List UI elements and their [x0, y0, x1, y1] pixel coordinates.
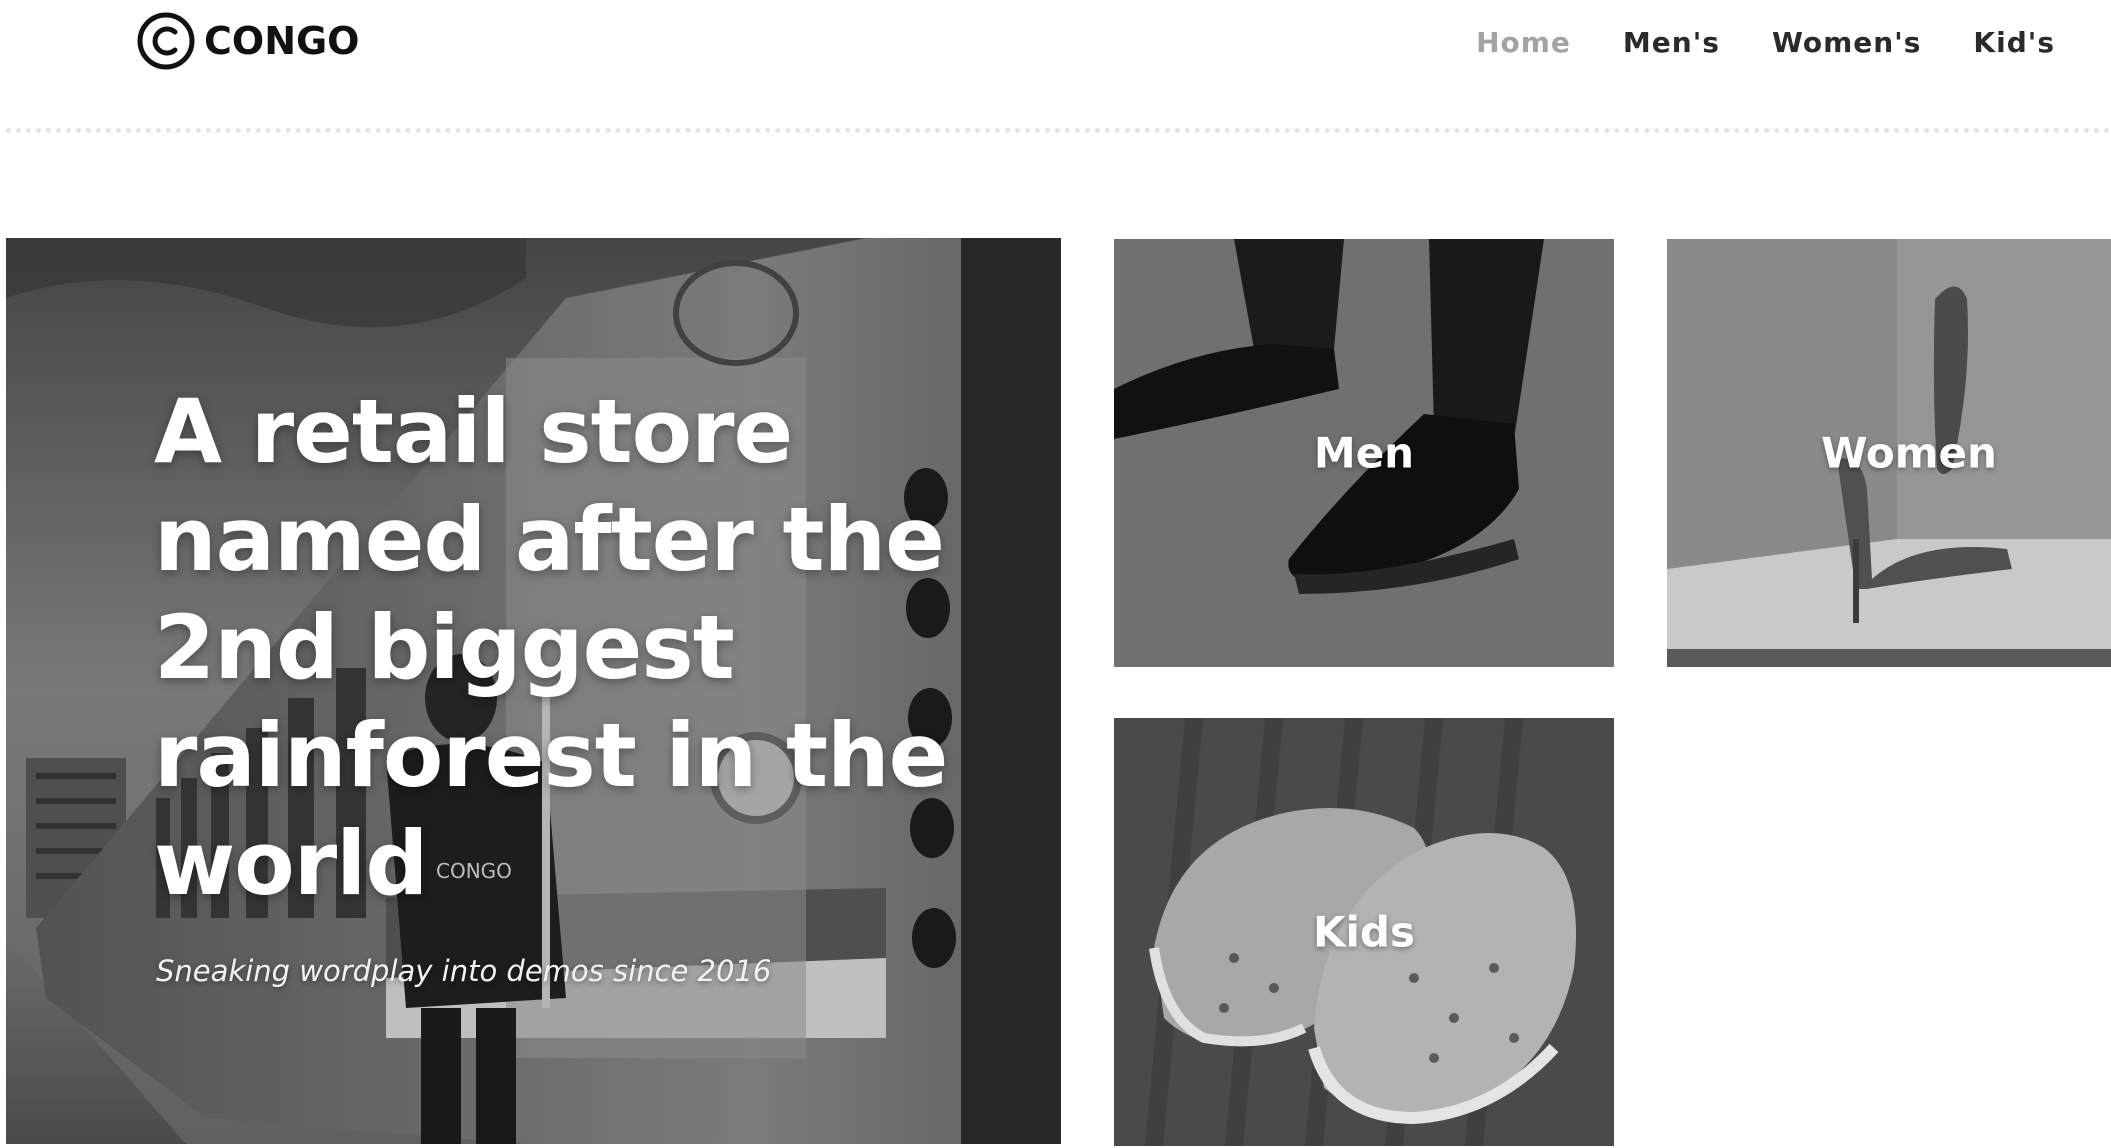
men-label: Men — [1313, 428, 1415, 478]
category-tile-kids[interactable]: Kids — [1114, 718, 1614, 1146]
nav-mens[interactable]: Men's — [1623, 26, 1720, 59]
nav-womens[interactable]: Women's — [1772, 26, 1921, 59]
hero-title: A retail store named after the 2nd bigge… — [154, 380, 948, 915]
header-divider — [6, 128, 2111, 133]
hero-subtitle: Sneaking wordplay into demos since 2016 — [156, 954, 772, 988]
copyright-circle-icon — [137, 12, 195, 70]
kids-label: Kids — [1312, 907, 1415, 957]
nav-kids[interactable]: Kid's — [1973, 26, 2055, 59]
page: CONGO Home Men's Women's Kid's CONGO A r… — [0, 0, 2111, 1148]
brand-logo-link[interactable]: CONGO — [136, 10, 360, 72]
category-tile-men[interactable]: Men — [1114, 239, 1614, 667]
main-nav: Home Men's Women's Kid's — [1476, 26, 2055, 59]
nav-home[interactable]: Home — [1476, 26, 1571, 59]
women-label: Women — [1821, 428, 1997, 478]
site-header: CONGO Home Men's Women's Kid's — [0, 0, 2111, 133]
hero-banner: CONGO A retail store named after the 2nd… — [6, 238, 1061, 1144]
brand-name: CONGO — [204, 19, 360, 63]
category-tile-women[interactable]: Women — [1667, 239, 2111, 667]
